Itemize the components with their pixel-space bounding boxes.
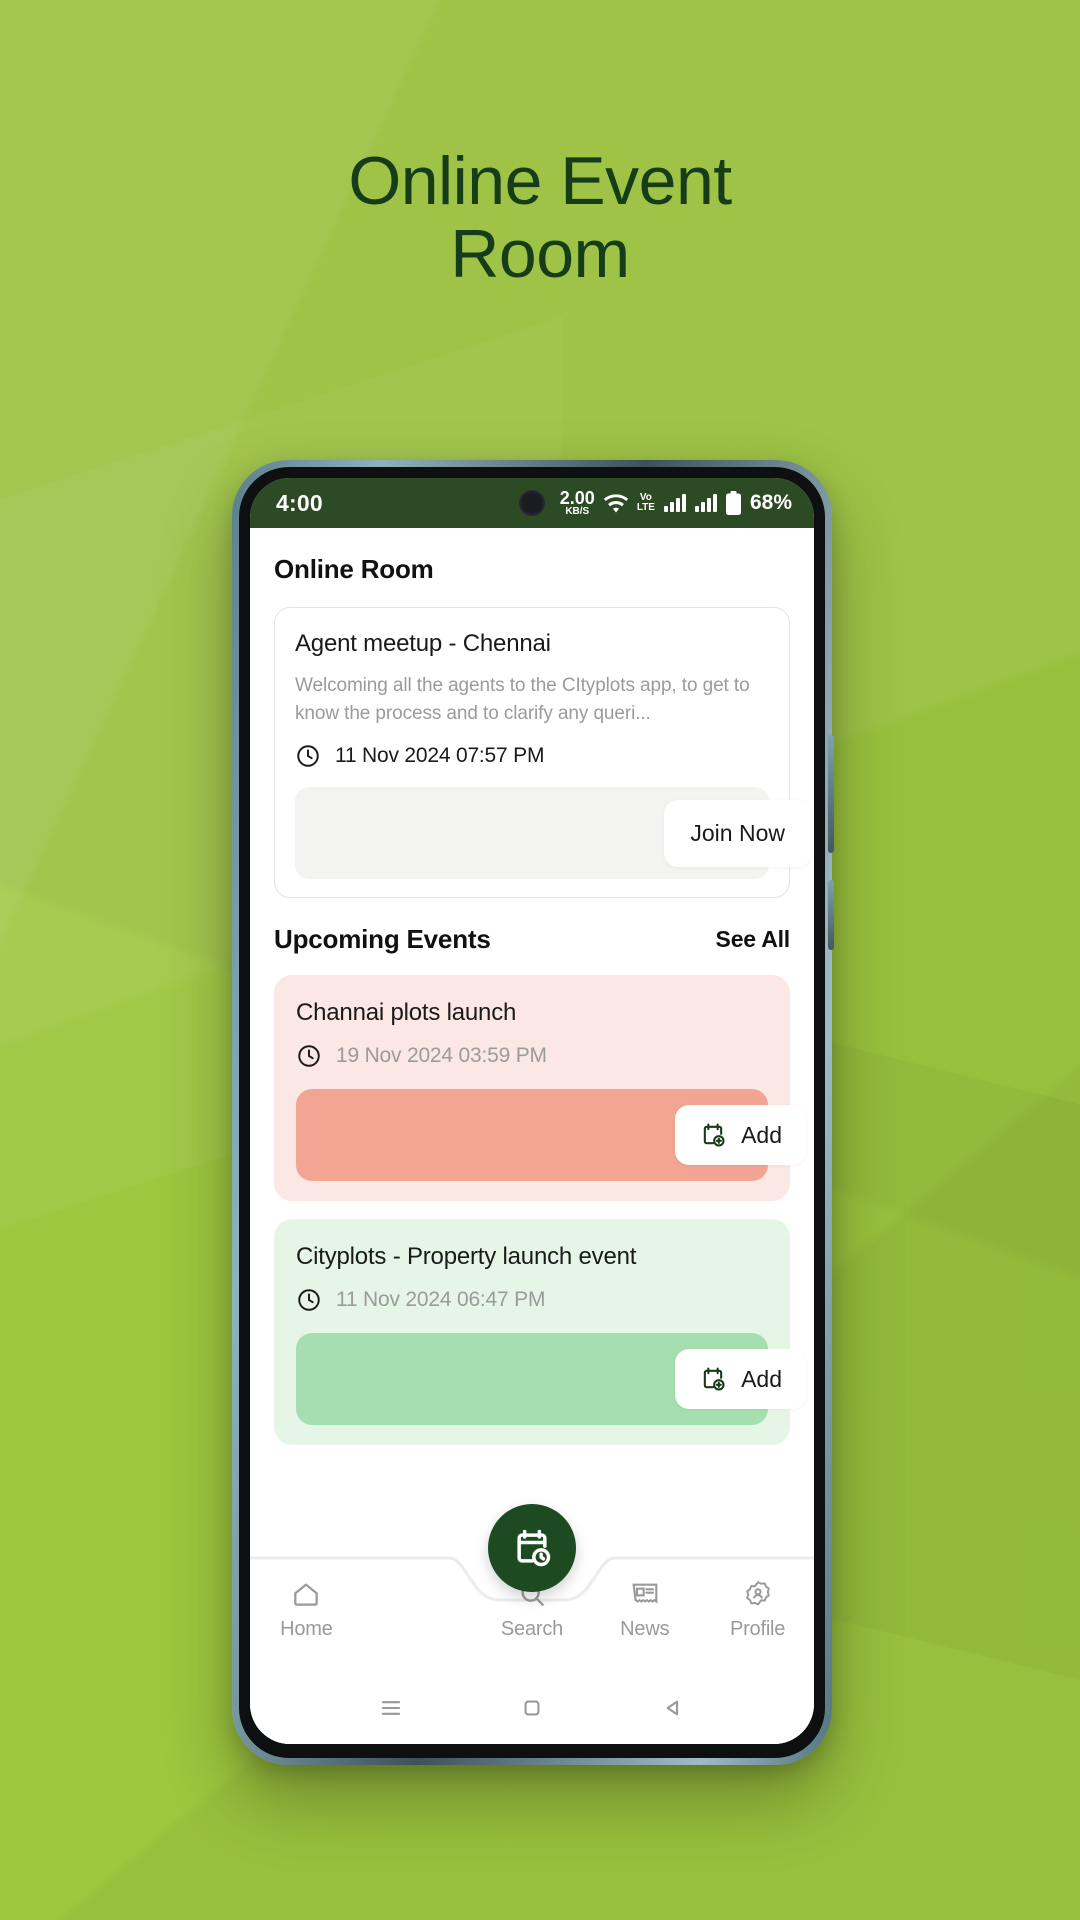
status-bar-indicators: 2.00 KB/S Vo LTE 68%	[560, 489, 792, 517]
clock-icon	[296, 1043, 322, 1069]
status-bar-time: 4:00	[276, 489, 323, 516]
event-card[interactable]: Cityplots - Property launch event 11 Nov…	[274, 1219, 806, 1446]
bottom-navigation-bar: Home Search News Profile	[250, 1504, 814, 1672]
power-button[interactable]	[828, 880, 834, 950]
volte-icon: Vo LTE	[637, 493, 655, 513]
battery-percentage: 68%	[749, 491, 792, 514]
fab-calendar-button[interactable]	[488, 1504, 576, 1592]
gear-person-icon	[742, 1578, 774, 1610]
live-room-description: Welcoming all the agents to the CItyplot…	[295, 675, 750, 724]
phone-device-frame: 4:00 2.00 KB/S Vo LTE 68% Online Room Ag…	[232, 460, 834, 1765]
calendar-add-icon	[699, 1121, 727, 1149]
phone-screen: 4:00 2.00 KB/S Vo LTE 68% Online Room Ag…	[250, 478, 814, 1744]
nav-item-home[interactable]: Home	[250, 1578, 363, 1641]
upcoming-events-header: Upcoming Events See All	[274, 924, 790, 955]
triangle-back-icon[interactable]	[659, 1694, 687, 1722]
page-title: Online Room	[274, 554, 434, 584]
wifi-icon	[603, 493, 628, 513]
see-all-link[interactable]: See All	[716, 926, 791, 953]
upcoming-events-title: Upcoming Events	[274, 924, 491, 955]
calendar-add-icon	[699, 1365, 727, 1393]
nav-label-news: News	[620, 1618, 670, 1640]
promo-headline: Online Event Room	[348, 143, 732, 292]
signal-bars-icon	[694, 494, 717, 512]
menu-lines-icon[interactable]	[377, 1694, 405, 1722]
add-to-calendar-button[interactable]: Add	[675, 1349, 806, 1410]
network-speed-value: 2.00	[559, 488, 595, 508]
nav-label-profile: Profile	[729, 1618, 786, 1640]
event-time: 19 Nov 2024 03:59 PM	[336, 1044, 547, 1068]
phone-body: 4:00 2.00 KB/S Vo LTE 68% Online Room Ag…	[239, 467, 825, 1758]
network-speed-indicator: 2.00 KB/S	[560, 489, 595, 517]
live-room-card[interactable]: Agent meetup - Chennai Welcoming all the…	[274, 607, 811, 899]
event-card[interactable]: Channai plots launch 19 Nov 2024 03:59 P…	[274, 975, 806, 1202]
volte-bottom-text: LTE	[636, 502, 655, 513]
event-action-bar: Add	[296, 1333, 806, 1426]
nav-item-profile[interactable]: Profile	[701, 1578, 814, 1641]
event-time: 11 Nov 2024 06:47 PM	[336, 1288, 546, 1312]
event-name: Channai plots launch	[296, 999, 517, 1027]
square-icon[interactable]	[518, 1694, 546, 1722]
add-button-label: Add	[741, 1365, 782, 1392]
nav-label-search: Search	[500, 1618, 564, 1640]
battery-icon	[725, 491, 741, 515]
add-button-label: Add	[741, 1121, 782, 1148]
live-room-action-bar: Join Now	[295, 787, 811, 880]
live-room-time: 11 Nov 2024 07:57 PM	[335, 744, 545, 768]
event-time-row: 11 Nov 2024 06:47 PM	[296, 1287, 768, 1313]
volume-button[interactable]	[828, 735, 834, 853]
signal-bars-icon	[663, 494, 686, 512]
live-room-time-row: 11 Nov 2024 07:57 PM	[295, 743, 769, 769]
android-system-nav	[250, 1672, 814, 1744]
clock-icon	[295, 743, 321, 769]
nav-item-news[interactable]: News	[588, 1578, 701, 1641]
clock-icon	[296, 1287, 322, 1313]
app-content: Online Room Agent meetup - Chennai Welco…	[250, 528, 814, 1552]
event-time-row: 19 Nov 2024 03:59 PM	[296, 1043, 768, 1069]
network-speed-unit: KB/S	[565, 506, 590, 517]
event-action-bar: Add	[296, 1089, 806, 1182]
calendar-clock-icon	[510, 1526, 554, 1570]
join-now-button[interactable]: Join Now	[664, 799, 811, 867]
camera-punch-hole-icon	[519, 490, 545, 516]
status-bar: 4:00 2.00 KB/S Vo LTE 68%	[250, 478, 814, 528]
news-icon	[629, 1578, 661, 1610]
event-name: Cityplots - Property launch event	[296, 1243, 637, 1271]
add-to-calendar-button[interactable]: Add	[675, 1105, 806, 1166]
live-room-name: Agent meetup - Chennai	[295, 630, 551, 657]
nav-label-home: Home	[280, 1618, 333, 1640]
home-icon	[290, 1578, 322, 1610]
